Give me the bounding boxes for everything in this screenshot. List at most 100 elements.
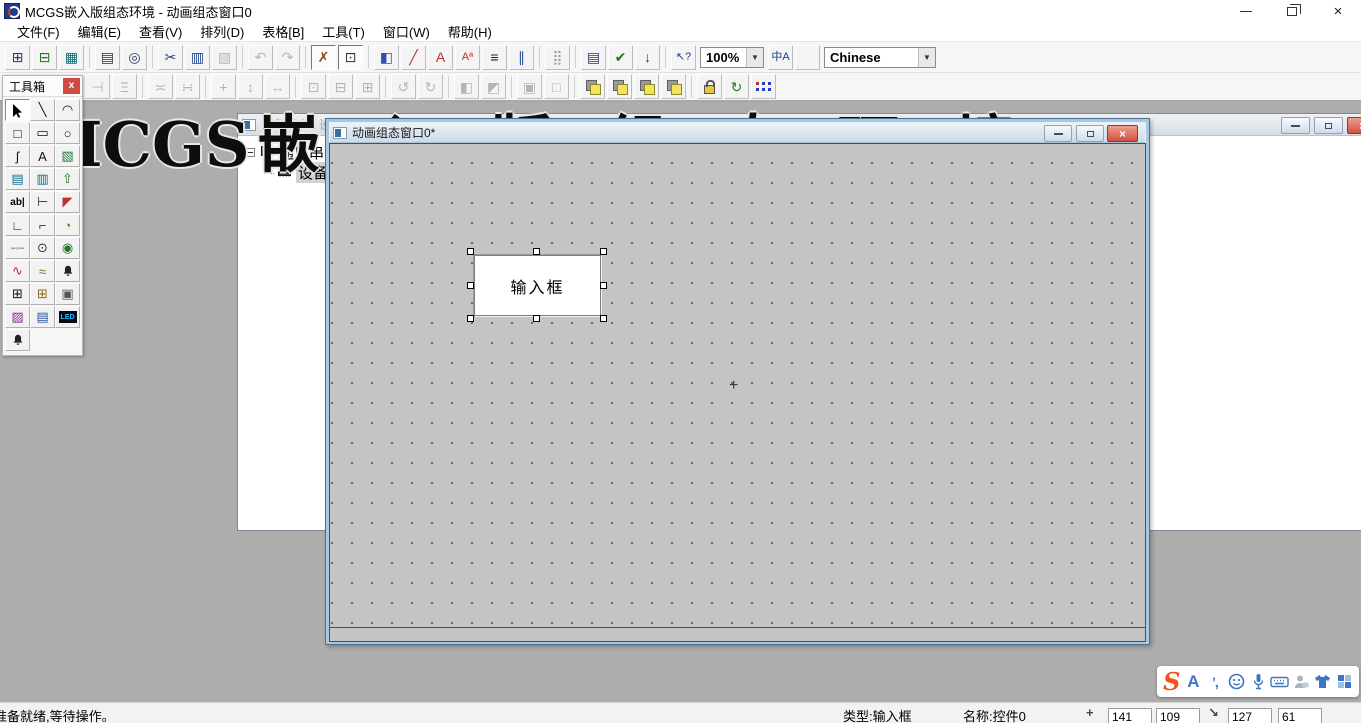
horizontal-lines-button[interactable]: ≡	[482, 45, 507, 70]
toolbox-titlebar[interactable]: 工具箱 x	[3, 76, 82, 97]
sort-button[interactable]: ↓	[635, 45, 660, 70]
bitmap-tool[interactable]: ▧	[55, 145, 80, 167]
emoji-icon[interactable]	[1226, 666, 1248, 697]
device-close-button[interactable]: ×	[1347, 117, 1361, 134]
animation-button-tool[interactable]: ⇧	[55, 168, 80, 190]
animation-refresh-tool[interactable]: ▨	[5, 306, 30, 328]
historical-table-tool[interactable]: ⊞	[30, 283, 55, 305]
step-line-tool[interactable]: ⌐	[30, 214, 55, 236]
vertical-align-button[interactable]: ∥	[509, 45, 534, 70]
char-color-button[interactable]: A	[428, 45, 453, 70]
voice-icon[interactable]	[1247, 666, 1269, 697]
xy-curve-tool[interactable]: ≈	[30, 260, 55, 282]
sogou-logo-icon[interactable]: S	[1161, 666, 1183, 697]
close-button[interactable]: ×	[1315, 0, 1361, 22]
send-back-button[interactable]	[607, 74, 632, 99]
anim-close-button[interactable]: ×	[1107, 125, 1138, 142]
menu-arrange[interactable]: 排列(D)	[191, 20, 253, 43]
formula-box-tool[interactable]: ▤	[30, 306, 55, 328]
copy-button[interactable]: ▥	[185, 45, 210, 70]
line-tool[interactable]: ╲	[30, 99, 55, 121]
selection-handle[interactable]	[533, 315, 540, 322]
new-window-button[interactable]: ⊞	[5, 45, 30, 70]
ellipse-tool[interactable]: ○	[55, 122, 80, 144]
toolbox-palette[interactable]: 工具箱 x ╲◠□▭○ʃA▧▤▥⇧ab|⊢◤∟⌐◔−◦−⊙◉∿≈⊞⊞▣▨▤LED	[2, 75, 83, 356]
indicator-lamp-tool[interactable]: ◉	[55, 237, 80, 259]
language-combo[interactable]: Chinese▼	[824, 47, 936, 68]
label-tool[interactable]: A	[30, 145, 55, 167]
menu-table[interactable]: 表格[B]	[253, 20, 313, 43]
alarm-display-tool[interactable]	[55, 260, 80, 282]
zoom-combo[interactable]: 100%▼	[700, 47, 764, 68]
english-mode-button[interactable]: A	[1183, 666, 1205, 697]
menu-view[interactable]: 查看(V)	[130, 20, 191, 43]
selection-handle[interactable]	[467, 315, 474, 322]
free-table-tool[interactable]: ⊞	[5, 283, 30, 305]
storage-browser-tool[interactable]: ▣	[55, 283, 80, 305]
toolbox-close-button[interactable]: x	[63, 78, 80, 94]
roundrect-tool[interactable]: ▭	[30, 122, 55, 144]
window-config-button[interactable]: ⊡	[338, 45, 363, 70]
restore-button[interactable]	[1269, 0, 1315, 22]
input-display-tool[interactable]: ▤	[5, 168, 30, 190]
alarm-bar-tool[interactable]	[5, 329, 30, 351]
properties-button[interactable]: ▤	[581, 45, 606, 70]
anim-restore-button[interactable]	[1076, 125, 1104, 142]
rotate-handle-button[interactable]: ↻	[724, 74, 749, 99]
move-down-button[interactable]	[661, 74, 686, 99]
chevron-down-icon[interactable]: ▼	[918, 48, 935, 67]
print-button[interactable]: ▤	[95, 45, 120, 70]
animation-window[interactable]: 动画组态窗口0* × 输入框 +	[325, 118, 1150, 645]
meter-clock-tool[interactable]: ⊙	[30, 237, 55, 259]
trend-curve-tool[interactable]: ∿	[5, 260, 30, 282]
keyboard-icon[interactable]	[1269, 666, 1291, 697]
font-button[interactable]: Aª	[455, 45, 480, 70]
translate-button[interactable]: 中A	[768, 45, 793, 70]
percent-fill-tool[interactable]: ◤	[55, 191, 80, 213]
slider-tool[interactable]: −◦−	[5, 237, 30, 259]
selection-handle[interactable]	[467, 282, 474, 289]
inputbox-control[interactable]: 输入框	[474, 255, 601, 316]
minimize-button[interactable]	[1223, 0, 1269, 22]
menu-edit[interactable]: 编辑(E)	[69, 20, 130, 43]
fill-color-button[interactable]: ◧	[374, 45, 399, 70]
selection-handle[interactable]	[600, 248, 607, 255]
selection-handle[interactable]	[600, 282, 607, 289]
ime-toolbox-icon[interactable]	[1334, 666, 1356, 697]
slider-input-tool[interactable]: ⊢	[30, 191, 55, 213]
inputbox-tool[interactable]: ab|	[5, 191, 30, 213]
device-restore-button[interactable]	[1314, 117, 1343, 134]
menu-file[interactable]: 文件(F)	[8, 20, 69, 43]
tree-expander-icon[interactable]	[246, 148, 255, 157]
chevron-down-icon[interactable]: ▼	[746, 48, 763, 67]
selection-handle[interactable]	[467, 248, 474, 255]
line-color-button[interactable]: ╱	[401, 45, 426, 70]
blank-button[interactable]	[795, 45, 820, 70]
anim-minimize-button[interactable]	[1044, 125, 1072, 142]
skin-icon[interactable]	[1312, 666, 1334, 697]
selection-handle[interactable]	[600, 315, 607, 322]
arc-tool[interactable]: ◠	[55, 99, 80, 121]
menu-window[interactable]: 窗口(W)	[374, 20, 439, 43]
tools-button[interactable]: ✗	[311, 45, 336, 70]
select-tool[interactable]	[5, 99, 30, 121]
save-button[interactable]: ▦	[59, 45, 84, 70]
grid-dots-button[interactable]	[751, 74, 776, 99]
knob-tool[interactable]: ◔	[55, 214, 80, 236]
rect-tool[interactable]: □	[5, 122, 30, 144]
object-library-button[interactable]: ⊟	[32, 45, 57, 70]
cut-button[interactable]: ✂	[158, 45, 183, 70]
animation-window-titlebar[interactable]: 动画组态窗口0* ×	[329, 122, 1146, 143]
bring-front-button[interactable]	[580, 74, 605, 99]
check-button[interactable]: ✔	[608, 45, 633, 70]
lock-button[interactable]	[697, 74, 722, 99]
print-preview-button[interactable]: ◎	[122, 45, 147, 70]
flow-block-tool[interactable]: ∟	[5, 214, 30, 236]
move-up-button[interactable]	[634, 74, 659, 99]
led-tool[interactable]: LED	[55, 306, 80, 328]
profile-icon[interactable]	[1290, 666, 1312, 697]
polygon-tool[interactable]: ʃ	[5, 145, 30, 167]
menu-tools[interactable]: 工具(T)	[313, 20, 374, 43]
context-help-button[interactable]: ↖?	[671, 45, 696, 70]
device-minimize-button[interactable]	[1281, 117, 1310, 134]
